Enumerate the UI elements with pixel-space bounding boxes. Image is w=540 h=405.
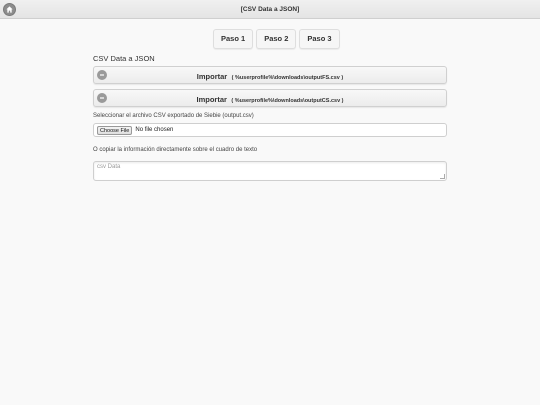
resize-handle[interactable] xyxy=(440,174,445,179)
tab-paso-2[interactable]: Paso 2 xyxy=(256,29,297,49)
csv-textarea[interactable]: csv Data xyxy=(93,161,447,181)
choose-file-button[interactable]: Choose File xyxy=(97,125,133,135)
import-path: ( %userprofile%\downloads\outputFS.csv ) xyxy=(231,75,344,81)
import-label: Importar xyxy=(196,95,227,104)
import-label: Importar xyxy=(196,72,228,81)
page-title: [CSV Data a JSON] xyxy=(240,6,300,13)
file-input[interactable]: Choose File No file chosen xyxy=(93,123,447,137)
file-label: Seleccionar el archivo CSV exportado de … xyxy=(93,113,254,119)
section-title: CSV Data a JSON xyxy=(93,54,155,63)
import-path: ( %userprofile%\downloads\outputCS.csv ) xyxy=(231,98,344,104)
import-fs-button[interactable]: Importar ( %userprofile%\downloads\outpu… xyxy=(93,66,447,84)
import-cs-button[interactable]: Importar ( %userprofile%\downloads\outpu… xyxy=(93,89,447,107)
file-status: No file chosen xyxy=(135,127,174,133)
step-tabs: Paso 1 Paso 2 Paso 3 xyxy=(213,29,340,49)
paste-label: O copiar la información directamente sob… xyxy=(93,147,258,153)
tab-paso-3[interactable]: Paso 3 xyxy=(299,29,340,49)
app-header: [CSV Data a JSON] xyxy=(0,0,540,19)
tab-paso-1[interactable]: Paso 1 xyxy=(213,29,254,49)
minus-circle-icon xyxy=(97,93,107,103)
minus-circle-icon xyxy=(97,70,107,80)
textarea-placeholder: csv Data xyxy=(97,164,121,170)
